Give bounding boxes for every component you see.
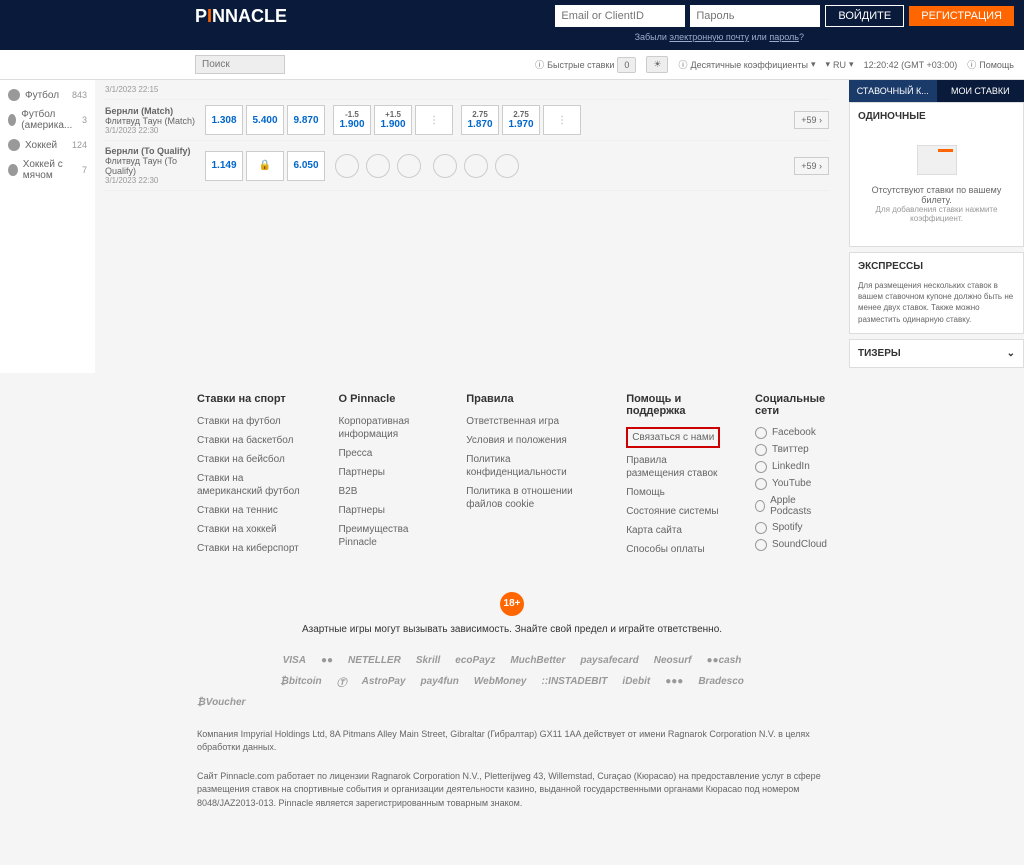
language-select[interactable]: ▾ RU ▾ (826, 59, 854, 70)
social-link[interactable]: Твиттер (755, 444, 827, 456)
help-link[interactable]: ⓘ Помощь (967, 58, 1014, 71)
footer-link[interactable]: Ставки на хоккей (197, 523, 308, 536)
odds-button[interactable]: 9.870 (287, 105, 325, 135)
footer-link[interactable]: Ставки на киберспорт (197, 542, 308, 555)
contact-us-link[interactable]: Связаться с нами (626, 427, 720, 448)
footer-link[interactable]: Политика конфиденциальности (466, 453, 596, 479)
twitter-icon (755, 444, 767, 456)
footer-link[interactable]: Политика в отношении файлов cookie (466, 485, 596, 511)
footer-link[interactable]: Ставки на бейсбол (197, 453, 308, 466)
sidebar-item[interactable]: Хоккей124 (0, 135, 95, 155)
chevron-down-icon: ⌄ (1007, 348, 1015, 359)
matches-content: 3/1/2023 22:15 Бернли (Match) Флитвуд Та… (95, 80, 839, 373)
betslip-tab-mybets[interactable]: МОИ СТАВКИ (937, 80, 1024, 102)
odds-button[interactable]: 2.751.970 (502, 105, 540, 135)
match-row: 3/1/2023 22:15 (105, 80, 829, 100)
footer-link[interactable]: Партнеры (338, 466, 436, 479)
betslip-tab-coupon[interactable]: СТАВОЧНЫЙ К... (849, 80, 937, 102)
search-input[interactable] (195, 55, 285, 74)
social-link[interactable]: LinkedIn (755, 461, 827, 473)
footer-link[interactable]: Способы оплаты (626, 543, 725, 556)
footer-link[interactable]: Ответственная игра (466, 415, 596, 428)
footer-link[interactable]: Ставки на футбол (197, 415, 308, 428)
sport-icon (8, 139, 20, 151)
register-button[interactable]: РЕГИСТРАЦИЯ (909, 6, 1014, 26)
payment-logos: VISA ●● NETELLER Skrill ecoPayz MuchBett… (197, 655, 827, 708)
sport-icon (8, 114, 16, 126)
odds-button[interactable]: 6.050 (287, 151, 325, 181)
legal-text: Компания Impyrial Holdings Ltd, 8A Pitma… (197, 728, 827, 755)
betslip: СТАВОЧНЫЙ К... МОИ СТАВКИ ОДИНОЧНЫЕ Отсу… (849, 80, 1024, 373)
odds-button[interactable]: ⋮ (415, 105, 453, 135)
login-button[interactable]: ВОЙДИТЕ (825, 5, 904, 27)
sport-icon (8, 89, 20, 101)
facebook-icon (755, 427, 767, 439)
forgot-password-link[interactable]: пароль (769, 32, 799, 42)
quick-bets-toggle[interactable]: ⓘ Быстрые ставки 0 (535, 57, 636, 73)
footer-link[interactable]: Карта сайта (626, 524, 725, 537)
youtube-icon (755, 478, 767, 490)
sidebar-item[interactable]: Футбол (америка...3 (0, 105, 95, 135)
odds-button[interactable]: ⋮ (543, 105, 581, 135)
odds-empty (495, 154, 519, 178)
footer-link[interactable]: Состояние системы (626, 505, 725, 518)
sport-icon (8, 164, 18, 176)
empty-betslip-icon (917, 145, 957, 175)
footer-link[interactable]: Преимущества Pinnacle (338, 523, 436, 549)
odds-button[interactable]: 1.149 (205, 151, 243, 181)
odds-locked: 🔒 (246, 151, 284, 181)
footer-link[interactable]: Корпоративная информация (338, 415, 436, 441)
footer-link[interactable]: Условия и положения (466, 434, 596, 447)
sidebar-item[interactable]: Футбол843 (0, 85, 95, 105)
social-link[interactable]: Apple Podcasts (755, 495, 827, 517)
odds-empty (366, 154, 390, 178)
time-display: 12:20:42 (GMT +03:00) (864, 60, 958, 70)
express-title: ЭКСПРЕССЫ (858, 261, 1015, 272)
social-link[interactable]: SoundCloud (755, 539, 827, 551)
footer-link[interactable]: Пресса (338, 447, 436, 460)
singles-title: ОДИНОЧНЫЕ (858, 111, 1015, 122)
toolbar: ⓘ Быстрые ставки 0 ☀ ⓘ Десятичные коэффи… (0, 50, 1024, 80)
footer-link[interactable]: Ставки на американский футбол (197, 472, 308, 498)
more-odds-button[interactable]: +59 › (794, 111, 829, 129)
footer-link[interactable]: Помощь (626, 486, 725, 499)
subheader: Забыли электронную почту или пароль? (0, 32, 1024, 50)
footer-link[interactable]: Ставки на теннис (197, 504, 308, 517)
odds-empty (433, 154, 457, 178)
footer-link[interactable]: Партнеры (338, 504, 436, 517)
footer: Ставки на спорт Ставки на футбол Ставки … (177, 393, 847, 865)
match-row: Бернли (Match) Флитвуд Таун (Match) 3/1/… (105, 100, 829, 141)
odds-empty (464, 154, 488, 178)
theme-toggle[interactable]: ☀ (646, 56, 668, 73)
soundcloud-icon (755, 539, 767, 551)
footer-link[interactable]: Ставки на баскетбол (197, 434, 308, 447)
footer-link[interactable]: B2B (338, 485, 436, 498)
sports-sidebar: Футбол843 Футбол (америка...3 Хоккей124 … (0, 80, 95, 373)
linkedin-icon (755, 461, 767, 473)
odds-empty (397, 154, 421, 178)
odds-button[interactable]: 5.400 (246, 105, 284, 135)
password-input[interactable] (690, 5, 820, 27)
gambling-warning: Азартные игры могут вызывать зависимость… (197, 624, 827, 635)
match-row: Бернли (To Qualify) Флитвуд Таун (To Qua… (105, 141, 829, 191)
odds-format-select[interactable]: ⓘ Десятичные коэффициенты ▾ (678, 58, 815, 71)
more-odds-button[interactable]: +59 › (794, 157, 829, 175)
odds-button[interactable]: 2.751.870 (461, 105, 499, 135)
apple-icon (755, 500, 765, 512)
main-header: PINNACLE ВОЙДИТЕ РЕГИСТРАЦИЯ (0, 0, 1024, 32)
email-input[interactable] (555, 5, 685, 27)
forgot-email-link[interactable]: электронную почту (669, 32, 749, 42)
social-link[interactable]: Facebook (755, 427, 827, 439)
sidebar-item[interactable]: Хоккей с мячом7 (0, 155, 95, 185)
odds-button[interactable]: 1.308 (205, 105, 243, 135)
logo[interactable]: PINNACLE (195, 6, 287, 27)
teasers-toggle[interactable]: ТИЗЕРЫ⌄ (858, 348, 1015, 359)
odds-button[interactable]: -1.51.900 (333, 105, 371, 135)
social-link[interactable]: YouTube (755, 478, 827, 490)
legal-text: Сайт Pinnacle.com работает по лицензии R… (197, 770, 827, 811)
odds-empty (335, 154, 359, 178)
age-badge: 18+ (500, 592, 524, 616)
odds-button[interactable]: +1.51.900 (374, 105, 412, 135)
footer-link[interactable]: Правила размещения ставок (626, 454, 725, 480)
